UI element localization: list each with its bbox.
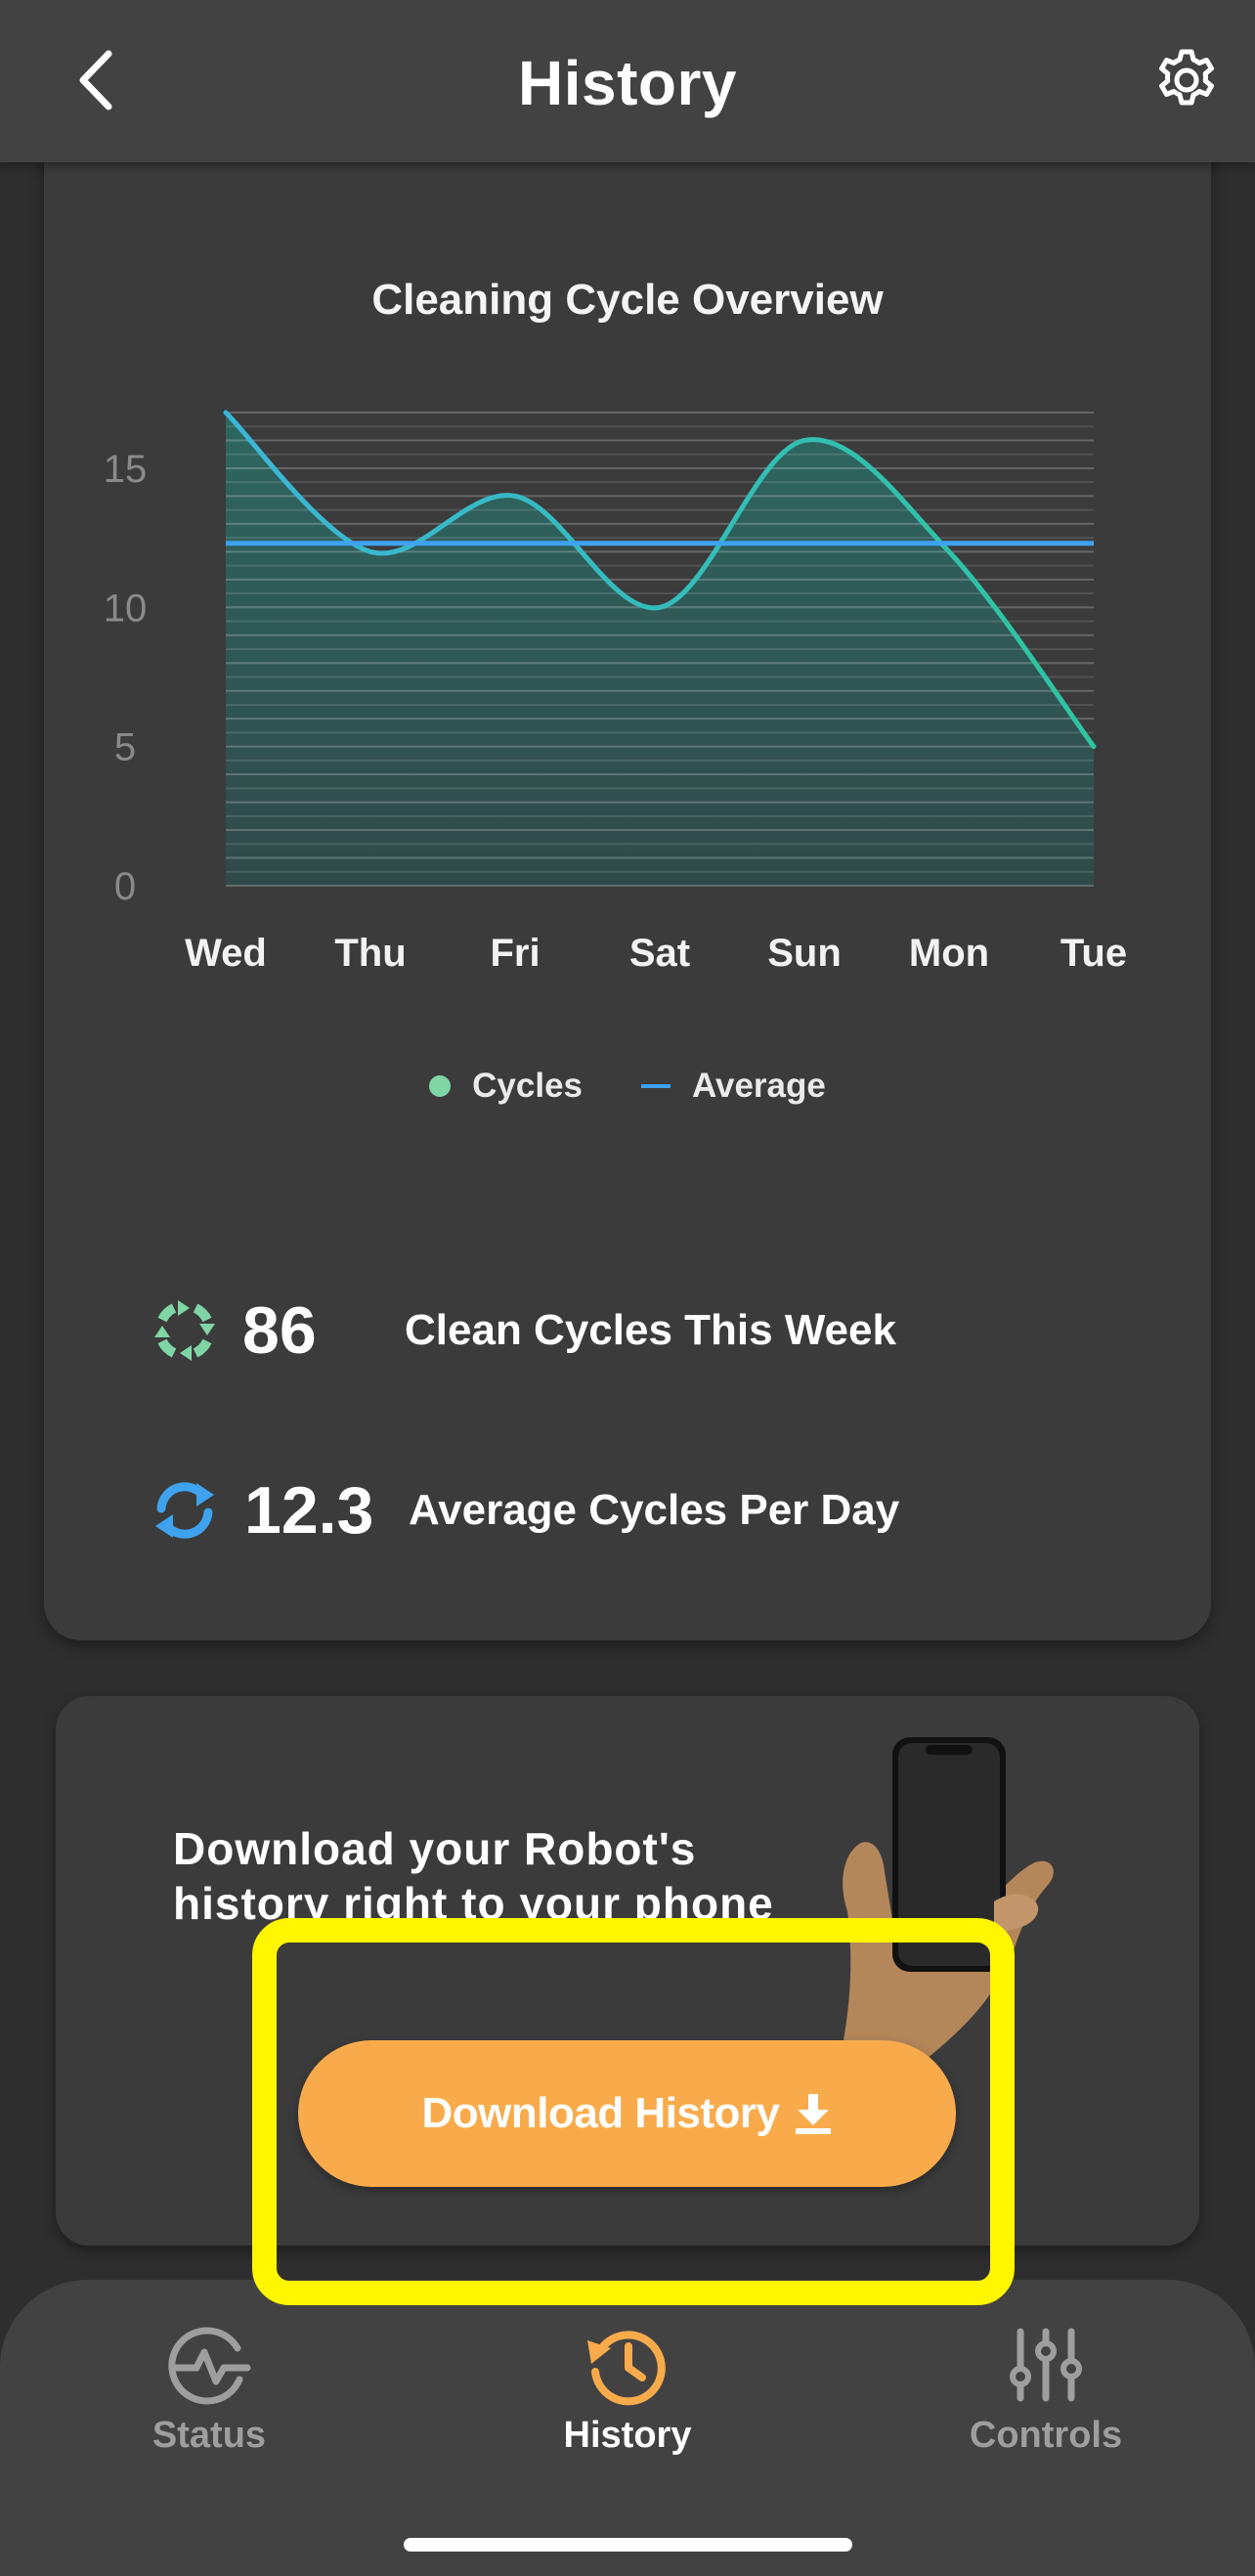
- legend-label-average: Average: [692, 1067, 826, 1105]
- x-tick-label: Sun: [767, 932, 842, 975]
- weekly-count: 86: [242, 1293, 317, 1368]
- sliders-icon: [1002, 2321, 1090, 2409]
- home-indicator: [404, 2538, 852, 2552]
- nav-history-label: History: [563, 2415, 692, 2456]
- stat-average: 12.3 Average Cycles Per Day: [147, 1466, 899, 1554]
- x-tick-label: Tue: [1060, 932, 1127, 975]
- daily-average: 12.3: [244, 1473, 374, 1548]
- status-icon: [165, 2321, 253, 2409]
- settings-button[interactable]: [1149, 43, 1224, 117]
- y-tick-label: 15: [104, 448, 148, 491]
- nav-status[interactable]: Status: [82, 2321, 336, 2467]
- x-tick-label: Thu: [334, 932, 406, 975]
- y-tick-label: 0: [114, 865, 136, 908]
- cycle-icon: [147, 1292, 223, 1369]
- legend-item-average: Average: [641, 1067, 826, 1106]
- legend-item-cycles: Cycles: [429, 1067, 583, 1106]
- y-tick-label: 5: [114, 726, 136, 769]
- x-tick-label: Fri: [490, 932, 540, 975]
- page-title: History: [518, 48, 737, 118]
- gear-icon: [1159, 49, 1214, 106]
- cycles-chart: 0 5 10 15 Wed Thu Fri Sat Sun Mon Tue: [104, 410, 1127, 975]
- x-tick-label: Wed: [185, 932, 267, 975]
- nav-status-label: Status: [151, 2415, 267, 2456]
- history-icon: [584, 2321, 671, 2409]
- nav-controls[interactable]: Controls: [919, 2321, 1173, 2467]
- download-button-label: Download History: [421, 2089, 780, 2137]
- chart-legend: Cycles Average: [0, 1062, 1255, 1111]
- download-history-button[interactable]: Download History: [298, 2040, 956, 2187]
- chart-title: Cleaning Cycle Overview: [371, 276, 884, 324]
- x-tick-label: Sat: [629, 932, 690, 975]
- nav-history[interactable]: History: [500, 2321, 755, 2467]
- stat-weekly: 86 Clean Cycles This Week: [147, 1287, 896, 1375]
- nav-controls-label: Controls: [969, 2415, 1123, 2456]
- y-tick-label: 10: [104, 587, 148, 630]
- refresh-icon: [147, 1472, 223, 1549]
- legend-dash-icon: [641, 1084, 671, 1088]
- weekly-label: Clean Cycles This Week: [405, 1306, 896, 1354]
- bottom-nav: Status History Controls: [0, 2280, 1255, 2576]
- phone-in-hand-icon: [838, 1737, 1054, 2068]
- x-tick-label: Mon: [909, 932, 989, 975]
- legend-label-cycles: Cycles: [472, 1067, 584, 1105]
- app-header: History: [0, 0, 1255, 162]
- daily-label: Average Cycles Per Day: [409, 1486, 900, 1534]
- download-icon: [795, 2094, 831, 2134]
- promo-text: Download your Robot's history right to y…: [173, 1823, 774, 1929]
- legend-dot-icon: [429, 1075, 452, 1097]
